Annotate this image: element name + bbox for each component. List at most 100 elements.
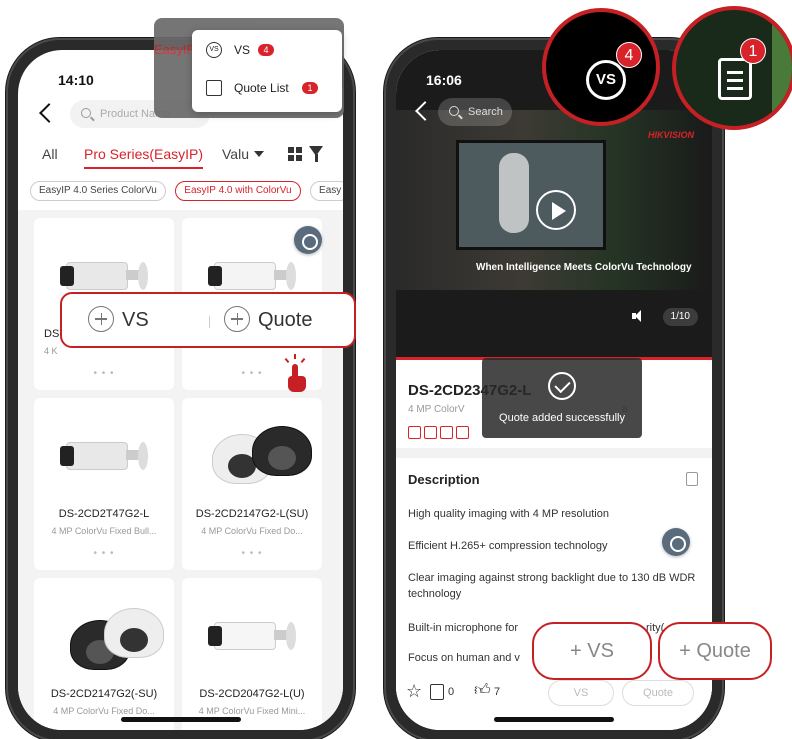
search-icon <box>81 108 91 118</box>
menu-item-quote-list[interactable]: Quote List 1 <box>206 76 336 100</box>
vs-icon: VS <box>206 42 222 58</box>
feature-icons <box>408 426 472 444</box>
subcategory-chips: EasyIP 4.0 Series ColorVu EasyIP 4.0 wit… <box>30 180 343 202</box>
thumbs-up-icon[interactable]: 👍︎ <box>474 681 491 700</box>
category-tabs: All Pro Series(EasyIP) Valu <box>18 142 343 172</box>
tap-hand-icon <box>284 354 308 394</box>
dome-camera-image <box>54 598 164 670</box>
product-subtitle: 4 MP ColorVu Fixed Mini... <box>198 706 306 716</box>
brand-logo: HIKVISION <box>647 130 694 140</box>
product-card[interactable]: DS-2CD2047G2-L(U) 4 MP ColorVu Fixed Min… <box>182 578 322 730</box>
like-count: 7 <box>494 686 501 698</box>
chip-easy[interactable]: Easy <box>310 181 343 201</box>
product-subtitle: 4 MP ColorVu Fixed Bull... <box>51 526 157 536</box>
review-count: 0 <box>448 686 455 698</box>
bullet-camera-image <box>202 598 302 668</box>
callout-background <box>772 10 792 126</box>
search-placeholder: Search <box>468 106 503 118</box>
home-indicator <box>120 717 241 722</box>
vs-count-badge: 4 <box>616 42 642 68</box>
grid-view-icon[interactable] <box>288 147 302 161</box>
vs-count-badge: 4 <box>258 44 274 56</box>
search-icon <box>449 106 459 116</box>
back-arrow-icon[interactable] <box>39 103 59 123</box>
description-line: Clear imaging against strong backlight d… <box>408 572 696 600</box>
media-counter: 1/10 <box>662 308 698 326</box>
product-subtitle: 4 MP ColorVu Fixed Do... <box>201 526 303 536</box>
volume-icon[interactable] <box>632 310 642 322</box>
quote-count-badge: 1 <box>302 82 318 94</box>
feature-icon <box>456 426 469 439</box>
quote-small-button[interactable]: Quote <box>622 680 694 706</box>
tab-pro-series[interactable]: Pro Series(EasyIP) <box>84 146 204 169</box>
quote-list-callout-zoom: 1 <box>672 6 792 130</box>
toast-message: Quote added successfully <box>499 412 625 424</box>
section-divider <box>396 448 712 458</box>
add-vs-label: VS <box>122 309 149 331</box>
add-vs-callout-button[interactable]: + VS <box>532 622 652 680</box>
screenshot-stage: 14:10 Product Name All Pro Series(EasyIP… <box>0 0 792 739</box>
tab-value[interactable]: Valu <box>222 146 249 162</box>
feature-icon <box>424 426 437 439</box>
product-subtitle: 4 MP ColorVu Fixed Do... <box>53 706 155 716</box>
add-quote-label: Quote <box>258 309 313 331</box>
product-name: DS-2CD2T47G2-L <box>58 508 150 520</box>
product-grid: DS 4 K • • • • • • DS-2CD2T47G2-L 4 MP C… <box>18 210 343 730</box>
filter-icon[interactable] <box>309 146 323 162</box>
add-quote-button[interactable]: Quote <box>224 294 312 346</box>
compare-quote-menu: VS VS 4 Quote List 1 <box>192 30 342 112</box>
vs-quote-action-bar: VS Quote <box>60 292 356 348</box>
more-dots-icon[interactable]: • • • <box>34 548 174 559</box>
quote-count-badge: 1 <box>740 38 766 64</box>
description-line: High quality imaging with 4 MP resolutio… <box>408 508 609 520</box>
tab-dropdown-icon[interactable] <box>254 151 264 157</box>
back-arrow-icon[interactable] <box>415 101 435 121</box>
product-card[interactable]: DS-2CD2T47G2-L 4 MP ColorVu Fixed Bull..… <box>34 398 174 570</box>
product-card[interactable]: DS-2CD2147G2-L(SU) 4 MP ColorVu Fixed Do… <box>182 398 322 570</box>
add-quote-callout-button[interactable]: + Quote <box>658 622 772 680</box>
feature-icon <box>408 426 421 439</box>
menu-item-vs[interactable]: VS VS 4 <box>206 38 336 62</box>
success-toast: Quote added successfully <box>482 358 642 438</box>
obscured-tab-text: EasyIP <box>154 42 196 57</box>
review-icon[interactable] <box>430 684 444 700</box>
divider <box>209 316 210 328</box>
vs-glyph: VS <box>586 60 626 100</box>
video-caption: When Intelligence Meets ColorVu Technolo… <box>476 262 692 273</box>
status-time: 16:06 <box>426 72 462 88</box>
plus-circle-icon <box>88 305 114 332</box>
plus-circle-icon <box>224 305 250 332</box>
chip-easyip-4-series[interactable]: EasyIP 4.0 Series ColorVu <box>30 181 166 201</box>
support-chat-icon[interactable] <box>662 528 690 556</box>
vs-callout-zoom: VS 4 <box>542 8 660 126</box>
play-icon[interactable] <box>536 190 576 230</box>
star-icon[interactable]: ☆ <box>406 682 422 700</box>
more-dots-icon[interactable]: • • • <box>34 368 174 379</box>
document-icon <box>206 80 222 96</box>
chip-easyip-4-colorvu[interactable]: EasyIP 4.0 with ColorVu <box>175 181 301 201</box>
menu-vs-label: VS <box>234 43 251 57</box>
tab-all[interactable]: All <box>42 146 58 162</box>
quote-list-icon <box>718 58 752 100</box>
support-chat-icon[interactable] <box>294 226 322 254</box>
description-heading: Description <box>408 472 480 487</box>
video-monitor-image <box>456 140 606 250</box>
check-icon <box>548 372 576 400</box>
product-name: DS-2CD2147G2(-SU) <box>50 688 158 700</box>
product-card[interactable]: DS-2CD2147G2(-SU) 4 MP ColorVu Fixed Do.… <box>34 578 174 730</box>
product-name: DS-2CD2047G2-L(U) <box>199 688 305 700</box>
menu-quote-label: Quote List <box>234 81 289 95</box>
status-time: 14:10 <box>58 72 94 88</box>
vs-small-button[interactable]: VS <box>548 680 614 706</box>
more-dots-icon[interactable]: • • • <box>182 548 322 559</box>
search-input[interactable]: Search <box>438 98 512 126</box>
add-vs-button[interactable]: VS <box>88 294 149 346</box>
feature-icon <box>440 426 453 439</box>
home-indicator <box>494 717 614 722</box>
product-subtitle: 4 MP ColorV <box>408 404 465 415</box>
document-icon[interactable] <box>686 472 698 486</box>
bullet-camera-image <box>54 418 154 488</box>
description-line: Efficient H.265+ compression technology <box>408 540 608 552</box>
dome-camera-image <box>202 418 312 488</box>
product-name: DS-2CD2147G2-L(SU) <box>195 508 309 520</box>
